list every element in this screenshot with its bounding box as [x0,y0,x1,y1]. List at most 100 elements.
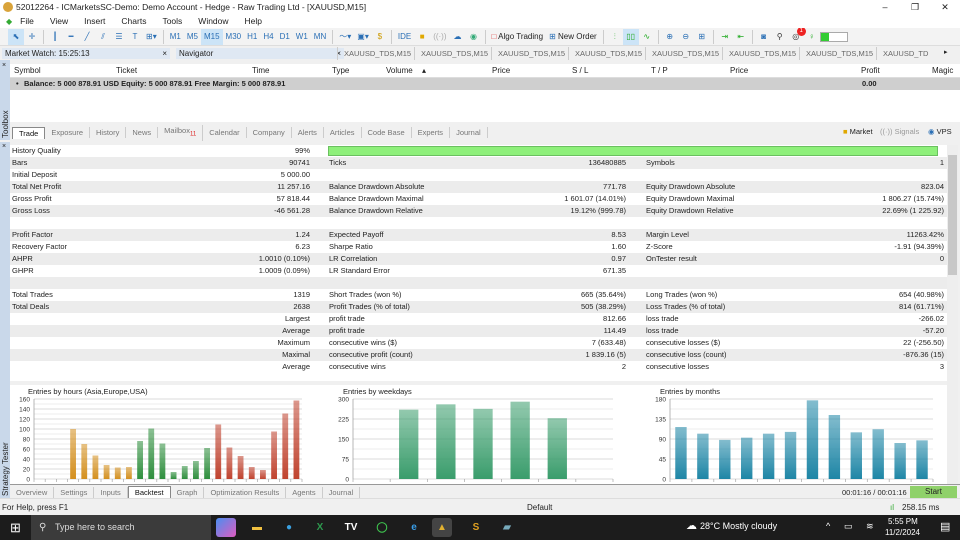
chart-tab[interactable]: XAUUSD_TD [876,47,934,60]
tester-close-icon[interactable]: × [2,143,6,150]
timeframe-m15[interactable]: M15 [200,28,223,45]
timeframe-mn[interactable]: MN [311,29,329,45]
cloud-icon[interactable]: ☁ [450,29,466,45]
market-link[interactable]: ■ Market [843,127,873,136]
chart-tab[interactable]: XAUUSD_TDS,M15 [722,47,802,60]
col-current-price[interactable]: Price [730,66,748,75]
timeframe-m30[interactable]: M30 [223,29,245,45]
minimize-button[interactable]: – [870,0,900,14]
tester-tab-graph[interactable]: Graph [171,486,205,498]
cursor-icon[interactable]: ⬉ [8,28,24,45]
zoom-in-icon[interactable]: ⊕ [662,29,678,45]
tester-tab-settings[interactable]: Settings [54,486,95,498]
vps-link[interactable]: ◉ VPS [928,127,952,136]
col-profit[interactable]: Profit [861,66,880,75]
toolbox-tab-history[interactable]: History [90,127,127,139]
signals-link[interactable]: ((·)) Signals [880,127,919,136]
timeframe-d1[interactable]: D1 [277,29,293,45]
tabs-scroll-right-icon[interactable]: ▸ [944,48,948,56]
vertical-scrollbar[interactable] [947,145,958,485]
menu-view[interactable]: View [50,16,68,26]
menu-file[interactable]: File [20,16,34,26]
timeframe-m5[interactable]: M5 [184,29,201,45]
timeframe-m1[interactable]: M1 [167,29,184,45]
vertical-line-icon[interactable]: ┃ [47,29,63,45]
chart-tab[interactable]: XAUUSD_TDS,M15 [491,47,571,60]
toolbox-tab-journal[interactable]: Journal [450,127,488,139]
notepad-icon[interactable]: ▰ [497,518,517,537]
shapes-icon[interactable]: ⊞▾ [143,29,160,45]
restore-button[interactable]: ❐ [900,0,930,14]
sublime-icon[interactable]: S [466,518,486,537]
excel-icon[interactable]: X [310,518,330,537]
chart-shift-icon[interactable]: ⇤ [733,29,749,45]
fibonacci-icon[interactable]: ☰ [111,29,127,45]
notifications-icon[interactable]: ◎ 1 [788,28,806,45]
equidistant-channel-icon[interactable]: ⫽ [95,29,111,45]
zoom-out-icon[interactable]: ⊖ [678,29,694,45]
menu-insert[interactable]: Insert [84,16,105,26]
whatsapp-icon[interactable]: ◯ [372,518,392,537]
menu-charts[interactable]: Charts [121,16,146,26]
col-time[interactable]: Time [252,66,269,75]
col-price[interactable]: Price [492,66,510,75]
tester-tab-optimization-results[interactable]: Optimization Results [204,486,287,498]
col-volume[interactable]: Volume [386,66,413,75]
col-type[interactable]: Type [332,66,349,75]
screenshot-icon[interactable]: ◙ [756,29,772,45]
start-button[interactable]: Start [910,486,957,498]
signal-icon[interactable]: ((·)) [430,29,449,45]
bar-chart-icon[interactable]: ⫶ [607,29,623,45]
tray-chevron-icon[interactable]: ^ [826,521,830,531]
toolbox-tab-alerts[interactable]: Alerts [292,127,324,139]
close-icon[interactable]: × [162,48,167,59]
menu-window[interactable]: Window [198,16,228,26]
col-sl[interactable]: S / L [572,66,588,75]
horizontal-line-icon[interactable]: ━ [63,29,79,45]
line-chart-icon[interactable]: ∿ [639,29,655,45]
ide-button[interactable]: IDE [395,29,414,45]
windows-start-icon[interactable]: ⊞ [10,520,21,536]
search-icon[interactable]: ⚲ [772,29,788,45]
weather-text[interactable]: 28°C Mostly cloudy [700,521,777,531]
timeframe-w1[interactable]: W1 [293,29,311,45]
col-symbol[interactable]: Symbol [14,66,41,75]
timeframe-h4[interactable]: H4 [260,29,276,45]
close-button[interactable]: ✕ [930,0,960,14]
toolbox-tab-experts[interactable]: Experts [412,127,451,139]
toolbox-tab-trade[interactable]: Trade [12,126,46,139]
trendline-icon[interactable]: ╱ [79,29,95,45]
clock-date[interactable]: 11/2/2024 [885,528,920,537]
autoscroll-icon[interactable]: ⇥ [717,29,733,45]
toolbox-tab-news[interactable]: News [126,127,159,139]
toolbox-tab-mailbox[interactable]: Mailbox11 [158,125,204,141]
templates-icon[interactable]: ▣▾ [354,29,372,45]
tester-tab-journal[interactable]: Journal [323,486,361,498]
clock-time[interactable]: 5:55 PM [888,517,918,526]
toolbox-tab-calendar[interactable]: Calendar [203,127,247,139]
crosshair-icon[interactable]: ✛ [24,29,40,45]
indicators-icon[interactable]: 〜▾ [336,29,354,45]
new-order-button[interactable]: ⊞ New Order [546,29,600,45]
toolbox-tab-code-base[interactable]: Code Base [362,127,412,139]
chart-tab[interactable]: XAUUSD_TDS,M15 [645,47,725,60]
chart-tab[interactable]: XAUUSD_TDS,M15 [568,47,648,60]
tradingview-icon[interactable]: TV [341,518,361,537]
notification-center-icon[interactable]: ▤ [940,520,950,533]
toolbox-close-icon[interactable]: × [2,62,6,69]
edge-icon[interactable]: e [404,518,424,537]
algo-trading-button[interactable]: □ Algo Trading [489,29,547,45]
file-explorer-icon[interactable]: ▬ [247,518,267,537]
toolbox-tab-exposure[interactable]: Exposure [45,127,91,139]
scrollbar-thumb[interactable] [948,155,957,275]
col-tp[interactable]: T / P [651,66,668,75]
grid-icon[interactable]: ⊞ [694,29,710,45]
vps-icon[interactable]: ◉ [466,29,482,45]
toolbox-tab-company[interactable]: Company [247,127,292,139]
metatrader-icon[interactable]: ▲ [432,518,452,537]
chart-tab[interactable]: XAUUSD_TDS,M15 [414,47,494,60]
chart-menu-icon[interactable]: ◆ [6,17,12,26]
dollar-icon[interactable]: $ [372,29,388,45]
tester-tab-agents[interactable]: Agents [286,486,323,498]
level-icon[interactable]: ♀ [804,29,820,45]
